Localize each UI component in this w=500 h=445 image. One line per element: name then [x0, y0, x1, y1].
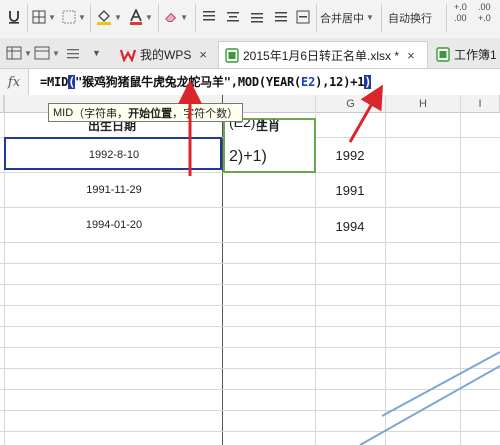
red-arrow-diagonal [348, 84, 383, 143]
stray-pen-stroke [359, 365, 500, 445]
annotation-arrows [178, 80, 500, 445]
stray-pen-stroke [381, 351, 500, 417]
